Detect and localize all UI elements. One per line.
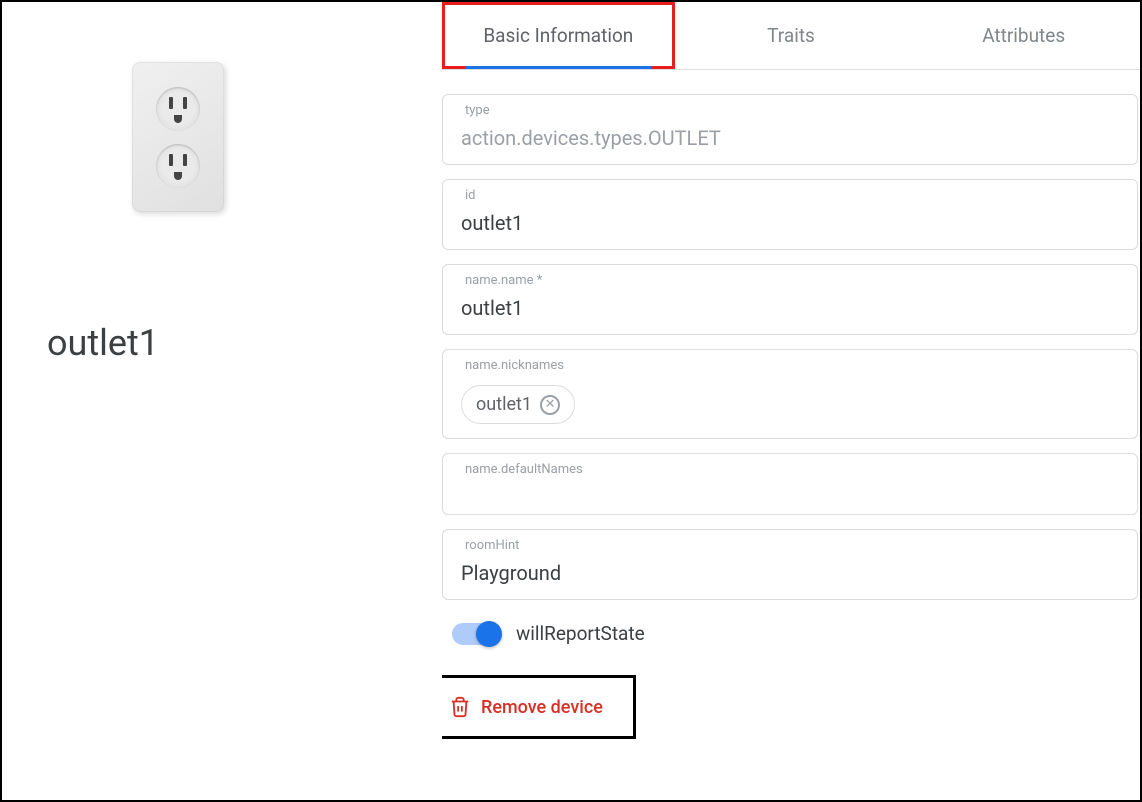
field-name-nicknames[interactable]: name.nicknames outlet1 ✕ bbox=[442, 349, 1138, 439]
nickname-chip: outlet1 ✕ bbox=[461, 385, 575, 424]
nicknames-chip-container: outlet1 ✕ bbox=[461, 385, 1119, 424]
outlet-socket-bottom bbox=[156, 144, 200, 188]
input-name-name[interactable] bbox=[461, 296, 1119, 320]
field-type: type action.devices.types.OUTLET bbox=[442, 94, 1138, 165]
device-image-outlet bbox=[132, 62, 224, 212]
field-id: id outlet1 bbox=[442, 179, 1138, 250]
tab-basic-information[interactable]: Basic Information bbox=[442, 2, 675, 69]
form-area: type action.devices.types.OUTLET id outl… bbox=[442, 70, 1140, 759]
willreportstate-row: willReportState bbox=[452, 622, 1140, 645]
input-roomhint[interactable] bbox=[461, 561, 1119, 585]
willreportstate-label: willReportState bbox=[516, 622, 645, 645]
chip-text: outlet1 bbox=[476, 394, 532, 415]
field-value-id: outlet1 bbox=[461, 211, 1119, 235]
field-roomhint[interactable]: roomHint bbox=[442, 529, 1138, 600]
outlet-socket-top bbox=[156, 87, 200, 131]
tab-label: Basic Information bbox=[483, 24, 633, 47]
tabs-bar: Basic Information Traits Attributes bbox=[442, 2, 1140, 70]
willreportstate-toggle[interactable] bbox=[452, 623, 500, 645]
tab-traits[interactable]: Traits bbox=[675, 2, 908, 69]
field-label-name-name: name.name * bbox=[461, 273, 546, 288]
field-value-type: action.devices.types.OUTLET bbox=[461, 126, 1119, 150]
field-name-defaultnames[interactable]: name.defaultNames bbox=[442, 453, 1138, 515]
chip-remove-icon[interactable]: ✕ bbox=[540, 395, 560, 415]
main-panel: Basic Information Traits Attributes type… bbox=[442, 2, 1140, 800]
tab-attributes[interactable]: Attributes bbox=[907, 2, 1140, 69]
device-title: outlet1 bbox=[47, 322, 159, 364]
remove-device-highlight: Remove device bbox=[442, 675, 636, 739]
toggle-knob bbox=[476, 621, 502, 647]
field-label-name-defaultnames: name.defaultNames bbox=[461, 462, 587, 477]
device-sidebar: outlet1 bbox=[2, 2, 442, 800]
field-label-id: id bbox=[461, 188, 480, 203]
field-name-name[interactable]: name.name * bbox=[442, 264, 1138, 335]
field-label-type: type bbox=[461, 103, 494, 118]
remove-device-button[interactable]: Remove device bbox=[449, 696, 603, 718]
field-label-roomhint: roomHint bbox=[461, 538, 523, 553]
tab-label: Traits bbox=[767, 24, 815, 47]
field-label-name-nicknames: name.nicknames bbox=[461, 358, 568, 373]
trash-icon bbox=[449, 696, 471, 718]
tab-label: Attributes bbox=[982, 24, 1065, 47]
remove-device-label: Remove device bbox=[481, 697, 603, 718]
